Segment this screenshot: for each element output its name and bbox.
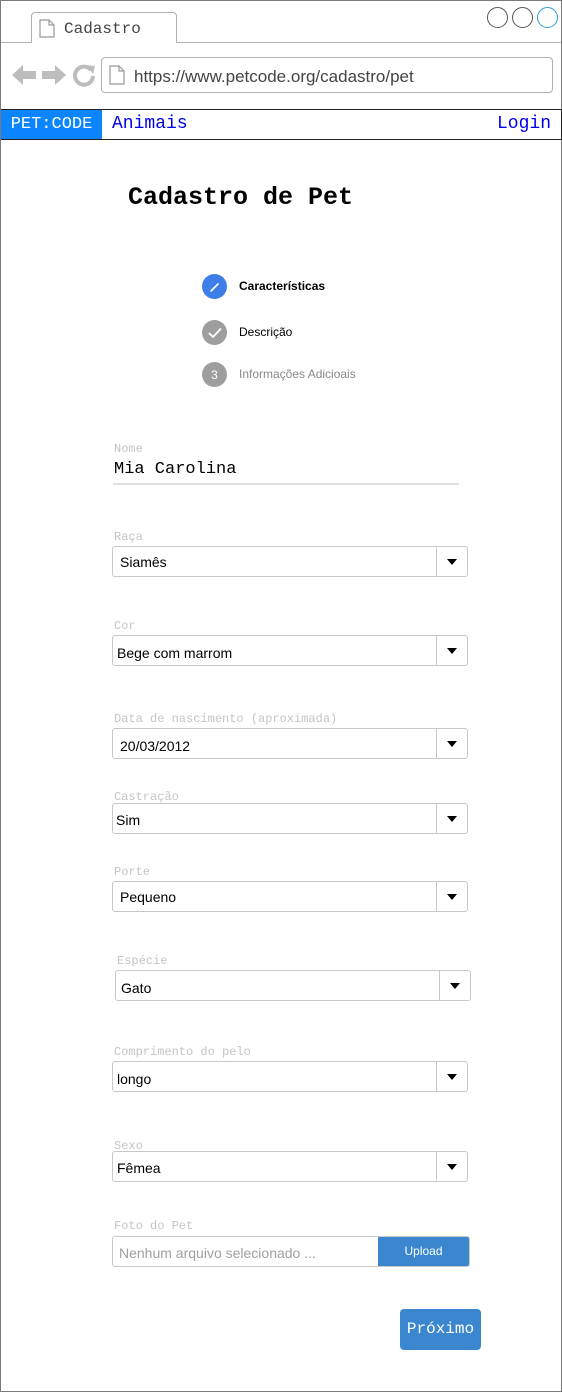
nome-label: Nome (114, 442, 143, 456)
page-title: Cadastro de Pet (128, 183, 354, 212)
minimize-button[interactable] (487, 7, 508, 28)
nascimento-select[interactable]: 20/03/2012 (112, 728, 468, 759)
caret-down-icon (447, 893, 457, 900)
foto-label: Foto do Pet (114, 1219, 194, 1233)
file-placeholder: Nenhum arquivo selecionado ... (119, 1245, 316, 1261)
cor-value: Bege com marrom (117, 645, 233, 661)
nav-link-login[interactable]: Login (497, 110, 551, 139)
maximize-button[interactable] (512, 7, 533, 28)
caret-down-icon (447, 1163, 457, 1170)
upload-button[interactable]: Upload (378, 1237, 469, 1266)
brand-logo[interactable]: PET:CODE (1, 110, 102, 139)
address-bar[interactable]: https://www.petcode.org/cadastro/pet (101, 57, 553, 93)
especie-select[interactable]: Gato (115, 970, 471, 1001)
dropdown-button[interactable] (436, 636, 467, 665)
nascimento-label: Data de nascimento (aproximada) (114, 712, 338, 726)
caret-down-icon (447, 558, 457, 565)
caret-down-icon (447, 740, 457, 747)
raca-label: Raça (114, 530, 143, 544)
check-icon (208, 327, 221, 338)
porte-select[interactable]: Pequeno (112, 881, 468, 912)
step-label: Características (239, 279, 326, 293)
caret-down-icon (450, 982, 460, 989)
nome-underline (113, 483, 459, 485)
browser-tab[interactable]: Cadastro (31, 12, 177, 43)
caret-down-icon (447, 1073, 457, 1080)
pencil-icon (209, 282, 219, 292)
castracao-label: Castração (114, 790, 179, 804)
step-circle-active (202, 274, 227, 299)
sexo-select[interactable]: Fêmea (112, 1151, 468, 1182)
browser-window: Cadastro https://www.petcode.org/cadastr… (0, 0, 562, 1392)
castracao-select[interactable]: Sim (112, 803, 468, 834)
app-navbar: PET:CODE Animais Login (1, 109, 562, 140)
nome-input[interactable]: Mia Carolina (114, 460, 236, 479)
dropdown-button[interactable] (436, 882, 467, 911)
especie-value: Gato (121, 980, 152, 996)
raca-value: Siamês (120, 554, 167, 570)
nav-link-animais[interactable]: Animais (112, 110, 188, 139)
forward-arrow-icon[interactable] (41, 63, 67, 87)
dropdown-button[interactable] (436, 804, 467, 833)
castracao-value: Sim (116, 812, 141, 828)
pelo-value: longo (117, 1071, 152, 1087)
raca-select[interactable]: Siamês (112, 546, 468, 577)
close-button[interactable] (537, 7, 558, 28)
pelo-select[interactable]: longo (112, 1061, 468, 1092)
sexo-value: Fêmea (117, 1160, 161, 1176)
caret-down-icon (447, 815, 457, 822)
next-button[interactable]: Próximo (400, 1309, 481, 1350)
dropdown-button[interactable] (436, 547, 467, 576)
url-text: https://www.petcode.org/cadastro/pet (134, 67, 414, 86)
page-icon (39, 19, 55, 38)
step-label: Informações Adicioais (239, 367, 356, 381)
step-circle-done (202, 320, 227, 345)
cor-select[interactable]: Bege com marrom (112, 635, 468, 666)
dropdown-button[interactable] (436, 729, 467, 758)
tab-title: Cadastro (64, 20, 141, 38)
porte-label: Porte (114, 865, 151, 879)
pelo-label: Comprimento do pelo (114, 1045, 251, 1059)
tab-bar: Cadastro (1, 1, 561, 43)
page-icon (109, 65, 125, 85)
dropdown-button[interactable] (436, 1062, 467, 1091)
caret-down-icon (447, 647, 457, 654)
porte-value: Pequeno (120, 889, 177, 905)
step-number: 3 (202, 362, 227, 387)
especie-label: Espécie (117, 954, 168, 968)
cor-label: Cor (114, 619, 136, 633)
nascimento-value: 20/03/2012 (120, 738, 191, 754)
back-arrow-icon[interactable] (11, 63, 37, 87)
dropdown-button[interactable] (436, 1152, 467, 1181)
dropdown-button[interactable] (439, 971, 470, 1000)
file-input[interactable]: Nenhum arquivo selecionado ... Upload (112, 1236, 470, 1267)
step-label: Descrição (239, 325, 293, 339)
reload-icon[interactable] (72, 63, 96, 87)
